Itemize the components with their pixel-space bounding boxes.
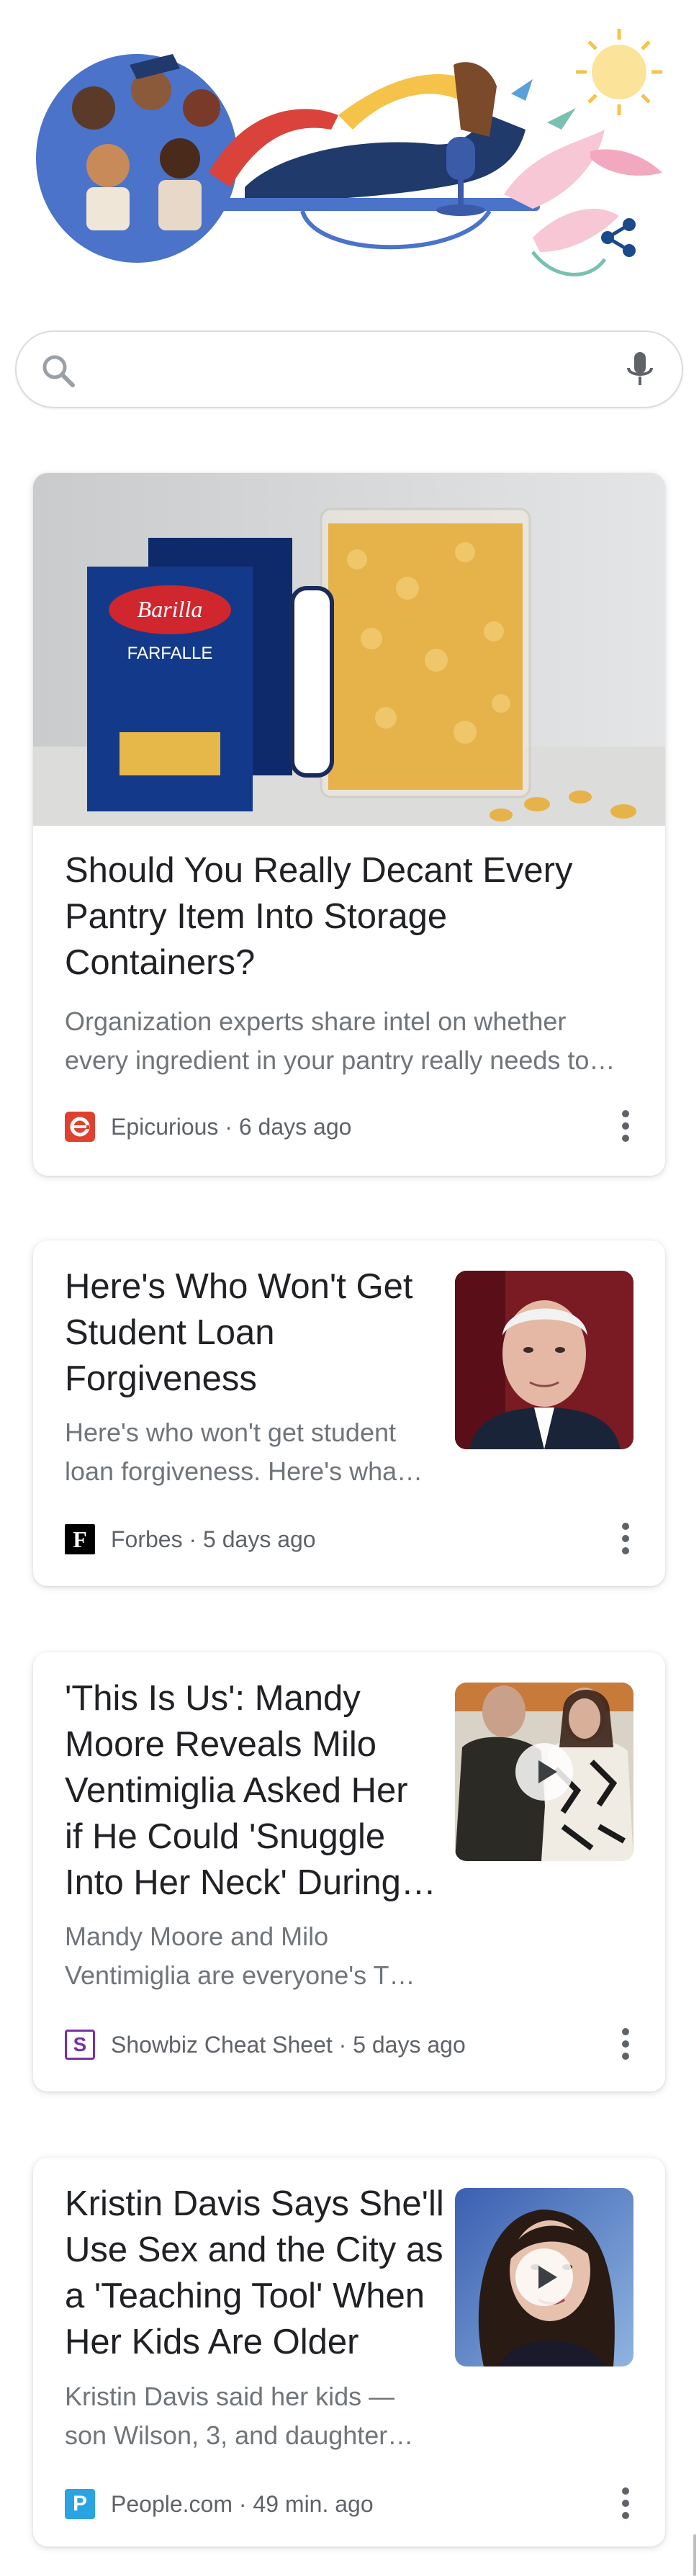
card-title[interactable]: Kristin Davis Says She'll Use Sex and th… — [65, 2181, 461, 2365]
search-bar[interactable] — [15, 330, 683, 408]
doodle-image[interactable] — [29, 22, 669, 295]
share-icon[interactable] — [596, 215, 642, 261]
card-title[interactable]: 'This Is Us': Mandy Moore Reveals Milo V… — [65, 1675, 454, 1906]
video-thumbnail[interactable] — [455, 1683, 633, 1861]
news-card[interactable]: Barilla FARFALLE Should You Really Decan… — [33, 473, 665, 1176]
barilla-logo: Barilla — [137, 596, 203, 622]
news-card[interactable]: 'This Is Us': Mandy Moore Reveals Milo V… — [33, 1652, 665, 2091]
separator: · — [189, 1526, 197, 1552]
source-name: Epicurious — [111, 1113, 219, 1140]
card-title[interactable]: Here's Who Won't Get Student Loan Forgiv… — [65, 1264, 446, 1402]
separator: · — [338, 2031, 347, 2058]
forbes-icon: F — [65, 1524, 95, 1554]
card-source: P People.com · 49 min. ago — [65, 2487, 374, 2521]
article-image: Barilla FARFALLE — [33, 473, 665, 826]
more-options-icon[interactable] — [615, 1521, 636, 1557]
more-options-icon[interactable] — [615, 2026, 636, 2062]
play-icon[interactable] — [515, 1743, 573, 1801]
card-snippet: Organization experts share intel on whet… — [65, 1006, 615, 1075]
source-age: 5 days ago — [353, 2031, 466, 2058]
news-card[interactable]: Kristin Davis Says She'll Use Sex and th… — [33, 2158, 665, 2546]
source-name: People.com — [111, 2490, 233, 2517]
source-age: 5 days ago — [203, 1526, 316, 1552]
separator: · — [225, 1113, 233, 1140]
more-options-icon[interactable] — [615, 1108, 636, 1144]
search-icon — [42, 355, 75, 387]
card-source: S Showbiz Cheat Sheet · 5 days ago — [65, 2028, 466, 2061]
discover-feed: Barilla FARFALLE Should You Really Decan… — [0, 0, 699, 2576]
more-options-icon[interactable] — [615, 2485, 636, 2521]
source-age: 6 days ago — [238, 1113, 352, 1140]
card-snippet: Here's who won't get student loan forgiv… — [65, 1418, 423, 1486]
epicurious-icon — [65, 1112, 95, 1142]
microphone-icon[interactable] — [618, 348, 662, 391]
scrollbar[interactable] — [693, 2534, 696, 2576]
play-icon[interactable] — [515, 2248, 573, 2306]
people-icon: P — [65, 2489, 95, 2519]
separator: · — [238, 2490, 247, 2517]
card-snippet: Mandy Moore and Milo Ventimiglia are eve… — [65, 1922, 415, 1990]
article-thumbnail — [455, 1271, 633, 1449]
card-title[interactable]: Should You Really Decant Every Pantry It… — [65, 847, 573, 986]
card-source: Epicurious · 6 days ago — [65, 1110, 351, 1143]
card-source: F Forbes · 5 days ago — [65, 1523, 316, 1556]
source-name: Showbiz Cheat Sheet — [111, 2031, 333, 2058]
product-label: FARFALLE — [127, 644, 213, 663]
news-card[interactable]: Here's Who Won't Get Student Loan Forgiv… — [33, 1240, 665, 1586]
video-thumbnail[interactable] — [455, 2188, 633, 2366]
card-snippet: Kristin Davis said her kids — son Wilson… — [65, 2382, 414, 2450]
showbiz-icon: S — [65, 2030, 95, 2060]
source-age: 49 min. ago — [253, 2490, 374, 2517]
source-name: Forbes — [111, 1526, 183, 1552]
search-input[interactable] — [89, 349, 607, 392]
